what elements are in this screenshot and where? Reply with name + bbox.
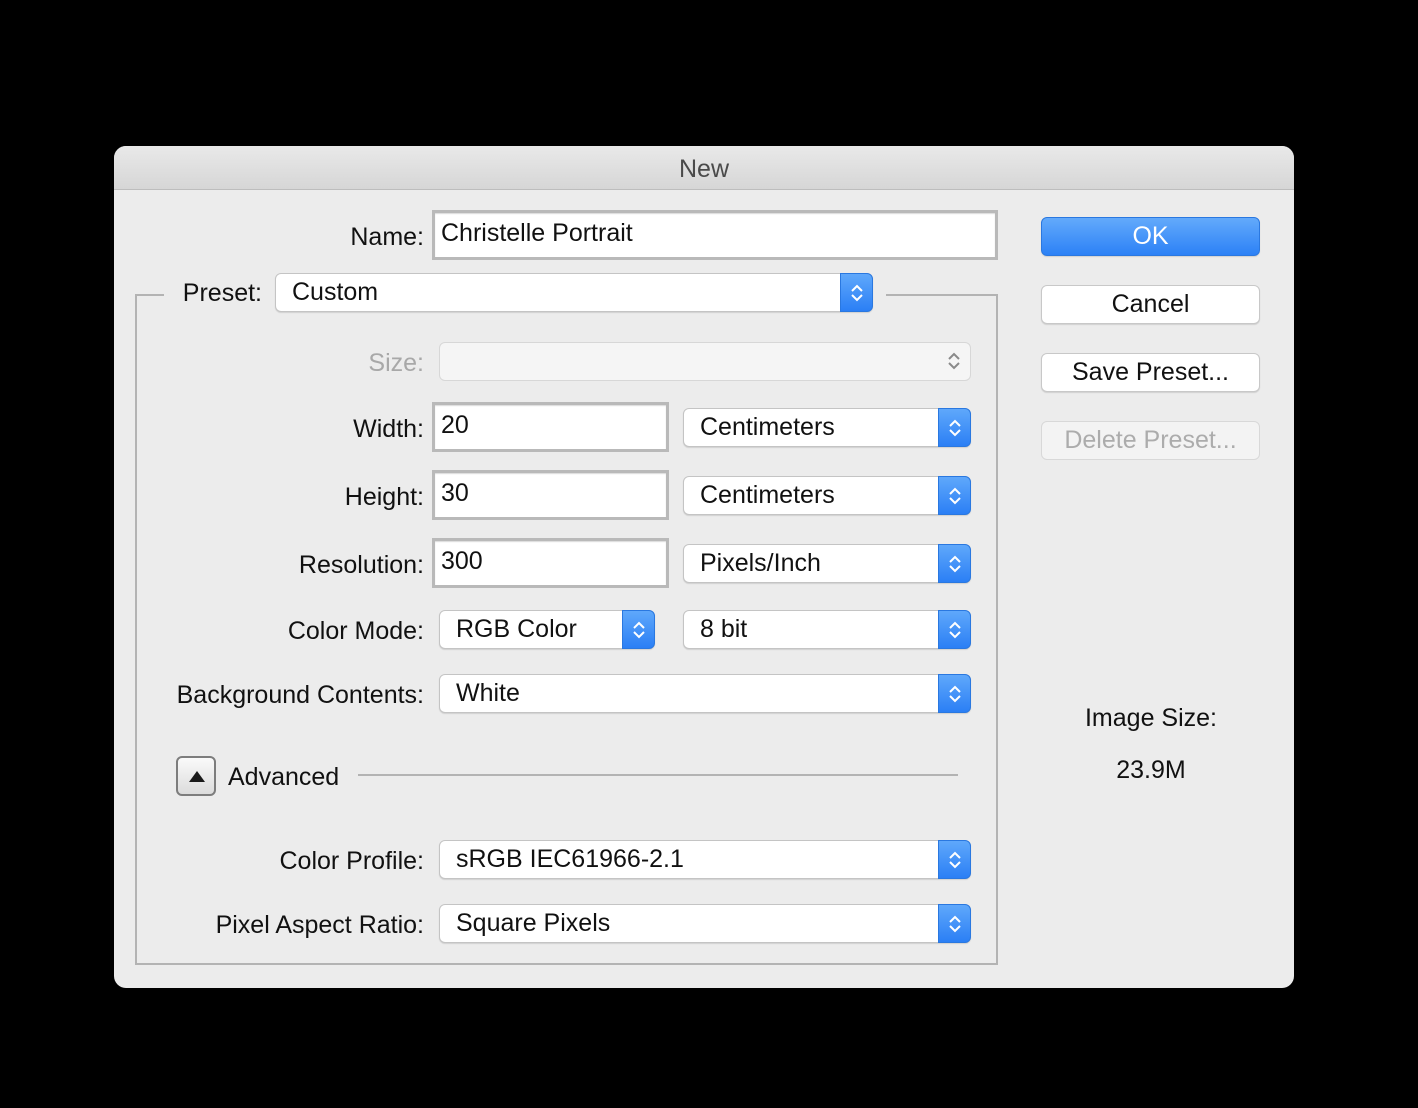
height-field[interactable]: 30 [432, 470, 669, 520]
background-contents-label: Background Contents: [176, 681, 424, 709]
chevron-updown-icon [938, 476, 971, 515]
chevron-updown-icon [938, 610, 971, 649]
color-mode-value: RGB Color [456, 615, 577, 643]
width-field[interactable]: 20 [432, 402, 669, 452]
image-size-label: Image Size: [1084, 704, 1217, 732]
pixel-aspect-ratio-value: Square Pixels [456, 909, 611, 937]
chevron-updown-icon [938, 342, 971, 381]
preset-value: Custom [292, 278, 379, 306]
resolution-unit-popup[interactable]: Pixels/Inch [683, 544, 971, 583]
name-label: Name: [350, 223, 424, 251]
width-unit-value: Centimeters [700, 413, 835, 441]
pixel-aspect-ratio-label: Pixel Aspect Ratio: [215, 911, 424, 939]
width-unit-popup[interactable]: Centimeters [683, 408, 971, 447]
triangle-up-icon [189, 771, 205, 782]
cancel-button[interactable]: Cancel [1041, 285, 1260, 324]
resolution-unit-value: Pixels/Inch [700, 549, 821, 577]
width-label: Width: [353, 415, 424, 443]
color-profile-popup[interactable]: sRGB IEC61966-2.1 [439, 840, 971, 879]
preset-label: Preset: [182, 279, 262, 307]
bit-depth-value: 8 bit [700, 615, 748, 643]
pixel-aspect-ratio-popup[interactable]: Square Pixels [439, 904, 971, 943]
window-title: New [678, 155, 729, 183]
background-contents-popup[interactable]: White [439, 674, 971, 713]
size-popup [439, 342, 971, 381]
color-profile-value: sRGB IEC61966-2.1 [456, 845, 684, 873]
advanced-disclosure-button[interactable] [176, 756, 216, 796]
chevron-updown-icon [938, 408, 971, 447]
color-mode-label: Color Mode: [287, 617, 424, 645]
height-label: Height: [344, 483, 424, 511]
chevron-updown-icon [938, 840, 971, 879]
color-profile-label: Color Profile: [279, 847, 425, 875]
chevron-updown-icon [622, 610, 655, 649]
title-bar[interactable]: New [114, 146, 1294, 190]
chevron-updown-icon [938, 674, 971, 713]
size-label: Size: [368, 349, 424, 377]
advanced-label: Advanced [228, 763, 340, 791]
preset-popup[interactable]: Custom [275, 273, 873, 312]
resolution-label: Resolution: [298, 551, 424, 579]
name-field[interactable]: Christelle Portrait [432, 210, 998, 260]
bit-depth-popup[interactable]: 8 bit [683, 610, 971, 649]
height-unit-popup[interactable]: Centimeters [683, 476, 971, 515]
ok-button[interactable]: OK [1041, 217, 1260, 256]
image-size-value: 23.9M [1116, 756, 1186, 784]
resolution-field[interactable]: 300 [432, 538, 669, 588]
chevron-updown-icon [938, 544, 971, 583]
save-preset-button[interactable]: Save Preset... [1041, 353, 1260, 392]
color-mode-popup[interactable]: RGB Color [439, 610, 655, 649]
height-unit-value: Centimeters [700, 481, 835, 509]
advanced-separator [358, 774, 958, 776]
new-document-dialog: New Name: Christelle Portrait Preset: Cu… [114, 146, 1294, 988]
chevron-updown-icon [938, 904, 971, 943]
delete-preset-button: Delete Preset... [1041, 421, 1260, 460]
background-contents-value: White [456, 679, 520, 707]
chevron-updown-icon [840, 273, 873, 312]
